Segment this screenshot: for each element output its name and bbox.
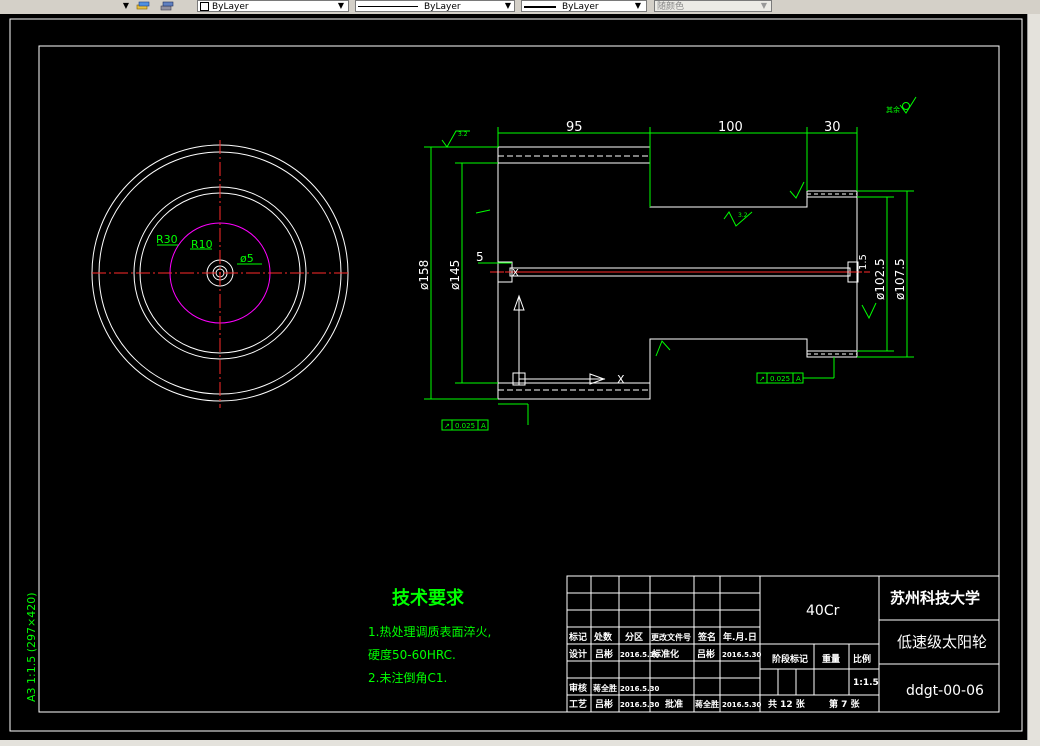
approve-date: 2016.5.30 [722,701,762,709]
horizontal-scrollbar[interactable] [0,740,1040,746]
row-check: 审核 [569,682,587,694]
svg-text:X: X [512,268,519,279]
dim-30: 30 [824,120,841,135]
tech-line1: 1.热处理调质表面淬火, [368,624,491,639]
lineweight-dropdown-icon[interactable]: ▼ [632,0,644,12]
weight-label: 重量 [822,653,840,665]
color-value: ByLayer [212,2,249,12]
plot-style-value: 随颜色 [657,2,685,12]
color-control[interactable]: ByLayer [197,0,349,12]
check-name: 蒋全胜 [593,683,617,693]
color-swatch-icon [200,2,209,11]
title-block: 40Cr 苏州科技大学 低速级太阳轮 ddgt-00-06 标记 处数 分区 更… [566,575,1000,713]
lineweight-sample-icon [524,5,556,8]
roughness-value: 3.2 [458,131,468,138]
roughness-symbols: 3.2 3.2 其余 [441,96,917,357]
total-sheets: 共 12 张 [768,698,806,710]
check-date: 2016.5.30 [620,685,660,693]
dim-dia145: ø145 [448,260,462,290]
roughness-value: 3.2 [738,212,748,219]
tol-left-value: 0.025 [455,422,475,430]
sheet-size-label: A3 1:1.5 (297×420) [25,592,38,702]
school-name: 苏州科技大学 [890,589,980,607]
linetype-value: ByLayer [424,2,461,12]
linetype-sample-icon [358,6,418,7]
dim-r30: R30 [156,233,178,246]
dim-100: 100 [718,120,743,135]
dim-95: 95 [566,120,583,135]
lineweight-control[interactable]: ByLayer [521,0,647,12]
vertical-scrollbar[interactable] [1027,14,1040,740]
sheet-border [9,18,1023,732]
process-date: 2016.5.30 [620,701,660,709]
header-zone: 分区 [625,631,643,643]
dim-5: 5 [476,250,484,264]
end-view: R30 R10 ø5 [91,140,350,408]
section-view: X X [490,146,870,400]
dim-dia158: ø158 [417,260,431,290]
header-count: 处数 [593,631,613,643]
layer-states-icon[interactable] [136,0,150,12]
header-doc: 更改文件号 [651,632,691,642]
approve-name: 蒋全胜 [695,699,719,709]
linetype-dropdown-icon[interactable]: ▼ [502,0,514,12]
sheet-number: 第 7 张 [829,698,861,710]
row-process: 工艺 [569,698,587,710]
tol-left-ref: A [481,422,486,430]
design-name: 吕彬 [595,648,613,660]
process-name: 吕彬 [595,698,613,710]
tech-line3: 2.未注倒角C1. [368,670,447,685]
svg-text:↗: ↗ [444,422,450,430]
dim-1-5: 1.5 [858,254,869,270]
svg-text:X: X [617,373,625,386]
properties-toolbar: ▼ ByLayer ▼ ByLayer ▼ ByLayer ▼ 随颜色 ▼ [0,0,1040,15]
drawing-viewport[interactable]: R30 R10 ø5 X X 95 100 30 ø158 ø145 ø102.… [0,14,1027,740]
svg-text:↗: ↗ [759,375,765,383]
material: 40Cr [806,603,840,619]
scale-value: 1:1.5 [853,678,879,688]
header-sign: 签名 [697,631,716,643]
header-mark: 标记 [568,631,587,643]
layer-previous-icon[interactable] [160,0,174,12]
linetype-control[interactable]: ByLayer [355,0,515,12]
tech-line2: 硬度50-60HRC. [368,647,456,662]
std-name: 吕彬 [697,648,715,660]
dim-dia102: ø102.5 [873,258,887,300]
approve-label: 批准 [665,698,683,710]
stage-mark-label: 阶段标记 [772,653,808,665]
plot-style-dropdown-icon: ▼ [760,1,768,10]
cad-drawing[interactable]: R30 R10 ø5 X X 95 100 30 ø158 ø145 ø102.… [0,14,1027,740]
dim-dia5: ø5 [240,252,254,265]
plot-style-control: 随颜色 [654,0,772,12]
row-design: 设计 [569,648,587,660]
header-date: 年.月.日 [723,631,757,643]
part-name: 低速级太阳轮 [897,633,987,651]
drawing-number: ddgt-00-06 [906,683,984,699]
color-dropdown-icon[interactable]: ▼ [335,0,347,12]
std-date: 2016.5.30 [722,651,762,659]
tolerance-frames: ↗ 0.025 A ↗ 0.025 A [441,357,835,431]
roughness-other-label: 其余 [886,105,900,114]
tech-title: 技术要求 [392,587,465,609]
lineweight-value: ByLayer [562,2,599,12]
tol-right-ref: A [796,375,801,383]
tol-right-value: 0.025 [770,375,790,383]
dim-dia107: ø107.5 [893,258,907,300]
dropdown-arrow-icon[interactable]: ▼ [120,0,132,12]
technical-requirements: 技术要求 1.热处理调质表面淬火, 硬度50-60HRC. 2.未注倒角C1. [368,587,491,685]
scale-label: 比例 [853,653,871,665]
standardization-label: 标准化 [651,648,679,660]
dim-r10: R10 [191,238,213,251]
